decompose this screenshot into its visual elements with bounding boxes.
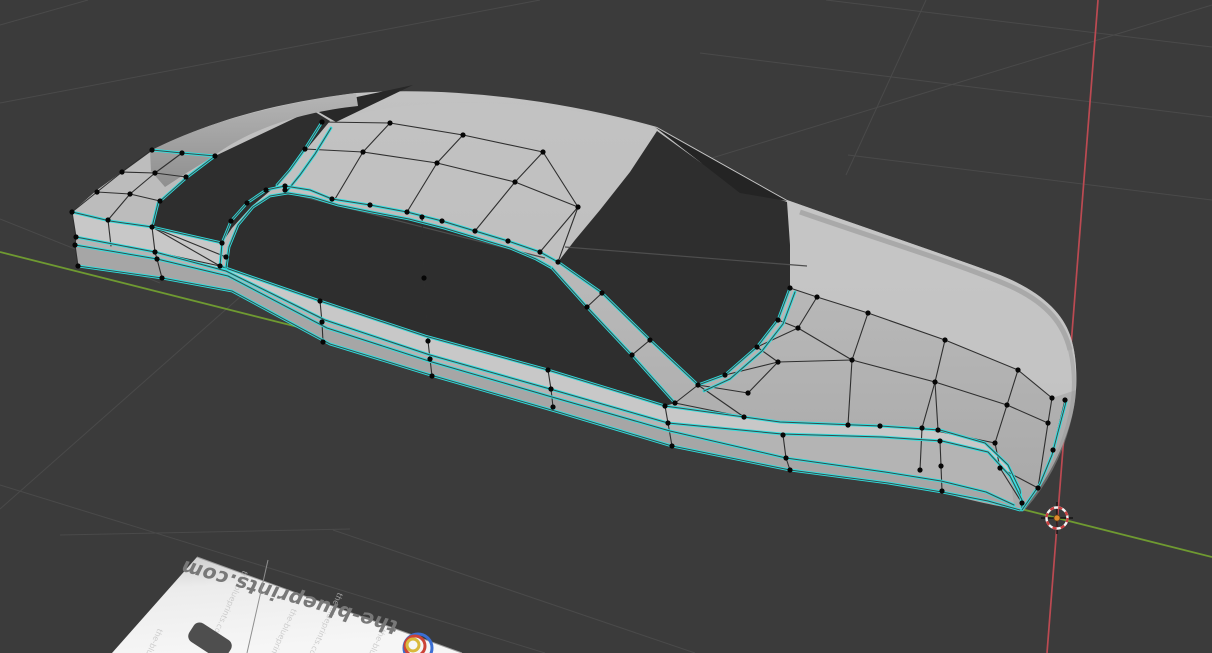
mesh-vertex[interactable] (512, 179, 518, 185)
mesh-vertex[interactable] (319, 319, 325, 325)
3d-viewport[interactable]: the-blueprints.com the-blueprints.com th… (0, 0, 1212, 653)
mesh-vertex[interactable] (745, 390, 751, 396)
mesh-vertex[interactable] (319, 119, 325, 125)
mesh-vertex[interactable] (472, 228, 478, 234)
mesh-vertex[interactable] (919, 425, 925, 431)
mesh-vertex[interactable] (877, 423, 883, 429)
mesh-vertex[interactable] (545, 367, 551, 373)
mesh-vertex[interactable] (179, 150, 185, 156)
viewport-canvas[interactable]: the-blueprints.com the-blueprints.com th… (0, 0, 1212, 653)
mesh-vertex[interactable] (105, 217, 111, 223)
mesh-vertex[interactable] (152, 249, 158, 255)
mesh-vertex[interactable] (584, 304, 590, 310)
mesh-vertex[interactable] (263, 187, 269, 193)
mesh-vertex[interactable] (387, 120, 393, 126)
mesh-vertex[interactable] (599, 290, 605, 296)
mesh-vertex[interactable] (548, 386, 554, 392)
mesh-vertex[interactable] (665, 420, 671, 426)
mesh-vertex[interactable] (575, 204, 581, 210)
mesh-vertex[interactable] (212, 153, 218, 159)
mesh-vertex[interactable] (1035, 485, 1041, 491)
mesh-vertex[interactable] (662, 403, 668, 409)
mesh-vertex[interactable] (439, 218, 445, 224)
mesh-vertex[interactable] (217, 263, 223, 269)
mesh-vertex[interactable] (244, 200, 250, 206)
mesh-vertex[interactable] (540, 149, 546, 155)
mesh-vertex[interactable] (741, 414, 747, 420)
mesh-vertex[interactable] (1015, 367, 1021, 373)
mesh-vertex[interactable] (223, 254, 229, 260)
mesh-vertex[interactable] (917, 467, 923, 473)
mesh-vertex[interactable] (228, 218, 234, 224)
mesh-vertex[interactable] (94, 189, 100, 195)
mesh-vertex[interactable] (152, 170, 158, 176)
mesh-vertex[interactable] (942, 337, 948, 343)
mesh-vertex[interactable] (505, 238, 511, 244)
cursor-center-dot (1053, 514, 1061, 522)
mesh-vertex[interactable] (669, 443, 675, 449)
mesh-vertex[interactable] (72, 242, 78, 248)
mesh-vertex[interactable] (427, 356, 433, 362)
mesh-vertex[interactable] (404, 209, 410, 215)
mesh-vertex[interactable] (1004, 402, 1010, 408)
mesh-vertex[interactable] (780, 432, 786, 438)
mesh-vertex[interactable] (938, 463, 944, 469)
mesh-vertex[interactable] (1050, 447, 1056, 453)
mesh-vertex[interactable] (754, 344, 760, 350)
mesh-vertex[interactable] (775, 317, 781, 323)
mesh-vertex[interactable] (992, 440, 998, 446)
mesh-vertex[interactable] (550, 404, 556, 410)
mesh-vertex[interactable] (320, 339, 326, 345)
mesh-vertex[interactable] (997, 465, 1003, 471)
mesh-vertex[interactable] (73, 234, 79, 240)
mesh-vertex[interactable] (1019, 500, 1025, 506)
mesh-vertex[interactable] (814, 294, 820, 300)
mesh-vertex[interactable] (75, 263, 81, 269)
mesh-vertex[interactable] (434, 160, 440, 166)
mesh-vertex[interactable] (421, 275, 427, 281)
mesh-vertex[interactable] (932, 379, 938, 385)
mesh-vertex[interactable] (1049, 395, 1055, 401)
mesh-vertex[interactable] (360, 149, 366, 155)
mesh-vertex[interactable] (302, 146, 308, 152)
mesh-vertex[interactable] (317, 298, 323, 304)
mesh-vertex[interactable] (69, 209, 75, 215)
mesh-vertex[interactable] (1045, 420, 1051, 426)
mesh-vertex[interactable] (849, 357, 855, 363)
mesh-vertex[interactable] (1062, 397, 1068, 403)
mesh-vertex[interactable] (282, 187, 288, 193)
mesh-vertex[interactable] (460, 132, 466, 138)
mesh-vertex[interactable] (159, 275, 165, 281)
mesh-vertex[interactable] (787, 285, 793, 291)
mesh-vertex[interactable] (425, 338, 431, 344)
mesh-vertex[interactable] (537, 249, 543, 255)
mesh-vertex[interactable] (329, 196, 335, 202)
mesh-vertex[interactable] (695, 382, 701, 388)
mesh-vertex[interactable] (845, 422, 851, 428)
mesh-vertex[interactable] (183, 174, 189, 180)
mesh-vertex[interactable] (429, 373, 435, 379)
mesh-vertex[interactable] (157, 198, 163, 204)
mesh-vertex[interactable] (367, 202, 373, 208)
mesh-vertex[interactable] (937, 438, 943, 444)
mesh-vertex[interactable] (555, 259, 561, 265)
mesh-vertex[interactable] (775, 359, 781, 365)
mesh-vertex[interactable] (629, 352, 635, 358)
mesh-vertex[interactable] (865, 310, 871, 316)
mesh-vertex[interactable] (787, 467, 793, 473)
mesh-vertex[interactable] (154, 256, 160, 262)
mesh-vertex[interactable] (795, 325, 801, 331)
mesh-vertex[interactable] (647, 337, 653, 343)
mesh-vertex[interactable] (149, 147, 155, 153)
mesh-vertex[interactable] (783, 455, 789, 461)
mesh-vertex[interactable] (219, 240, 225, 246)
mesh-vertex[interactable] (119, 169, 125, 175)
mesh-vertex[interactable] (672, 400, 678, 406)
mesh-vertex[interactable] (419, 214, 425, 220)
mesh-vertex[interactable] (127, 191, 133, 197)
mesh-vertex[interactable] (939, 488, 945, 494)
mesh-vertex[interactable] (935, 427, 941, 433)
mesh-vertex[interactable] (149, 224, 155, 230)
mesh-vertex[interactable] (722, 372, 728, 378)
